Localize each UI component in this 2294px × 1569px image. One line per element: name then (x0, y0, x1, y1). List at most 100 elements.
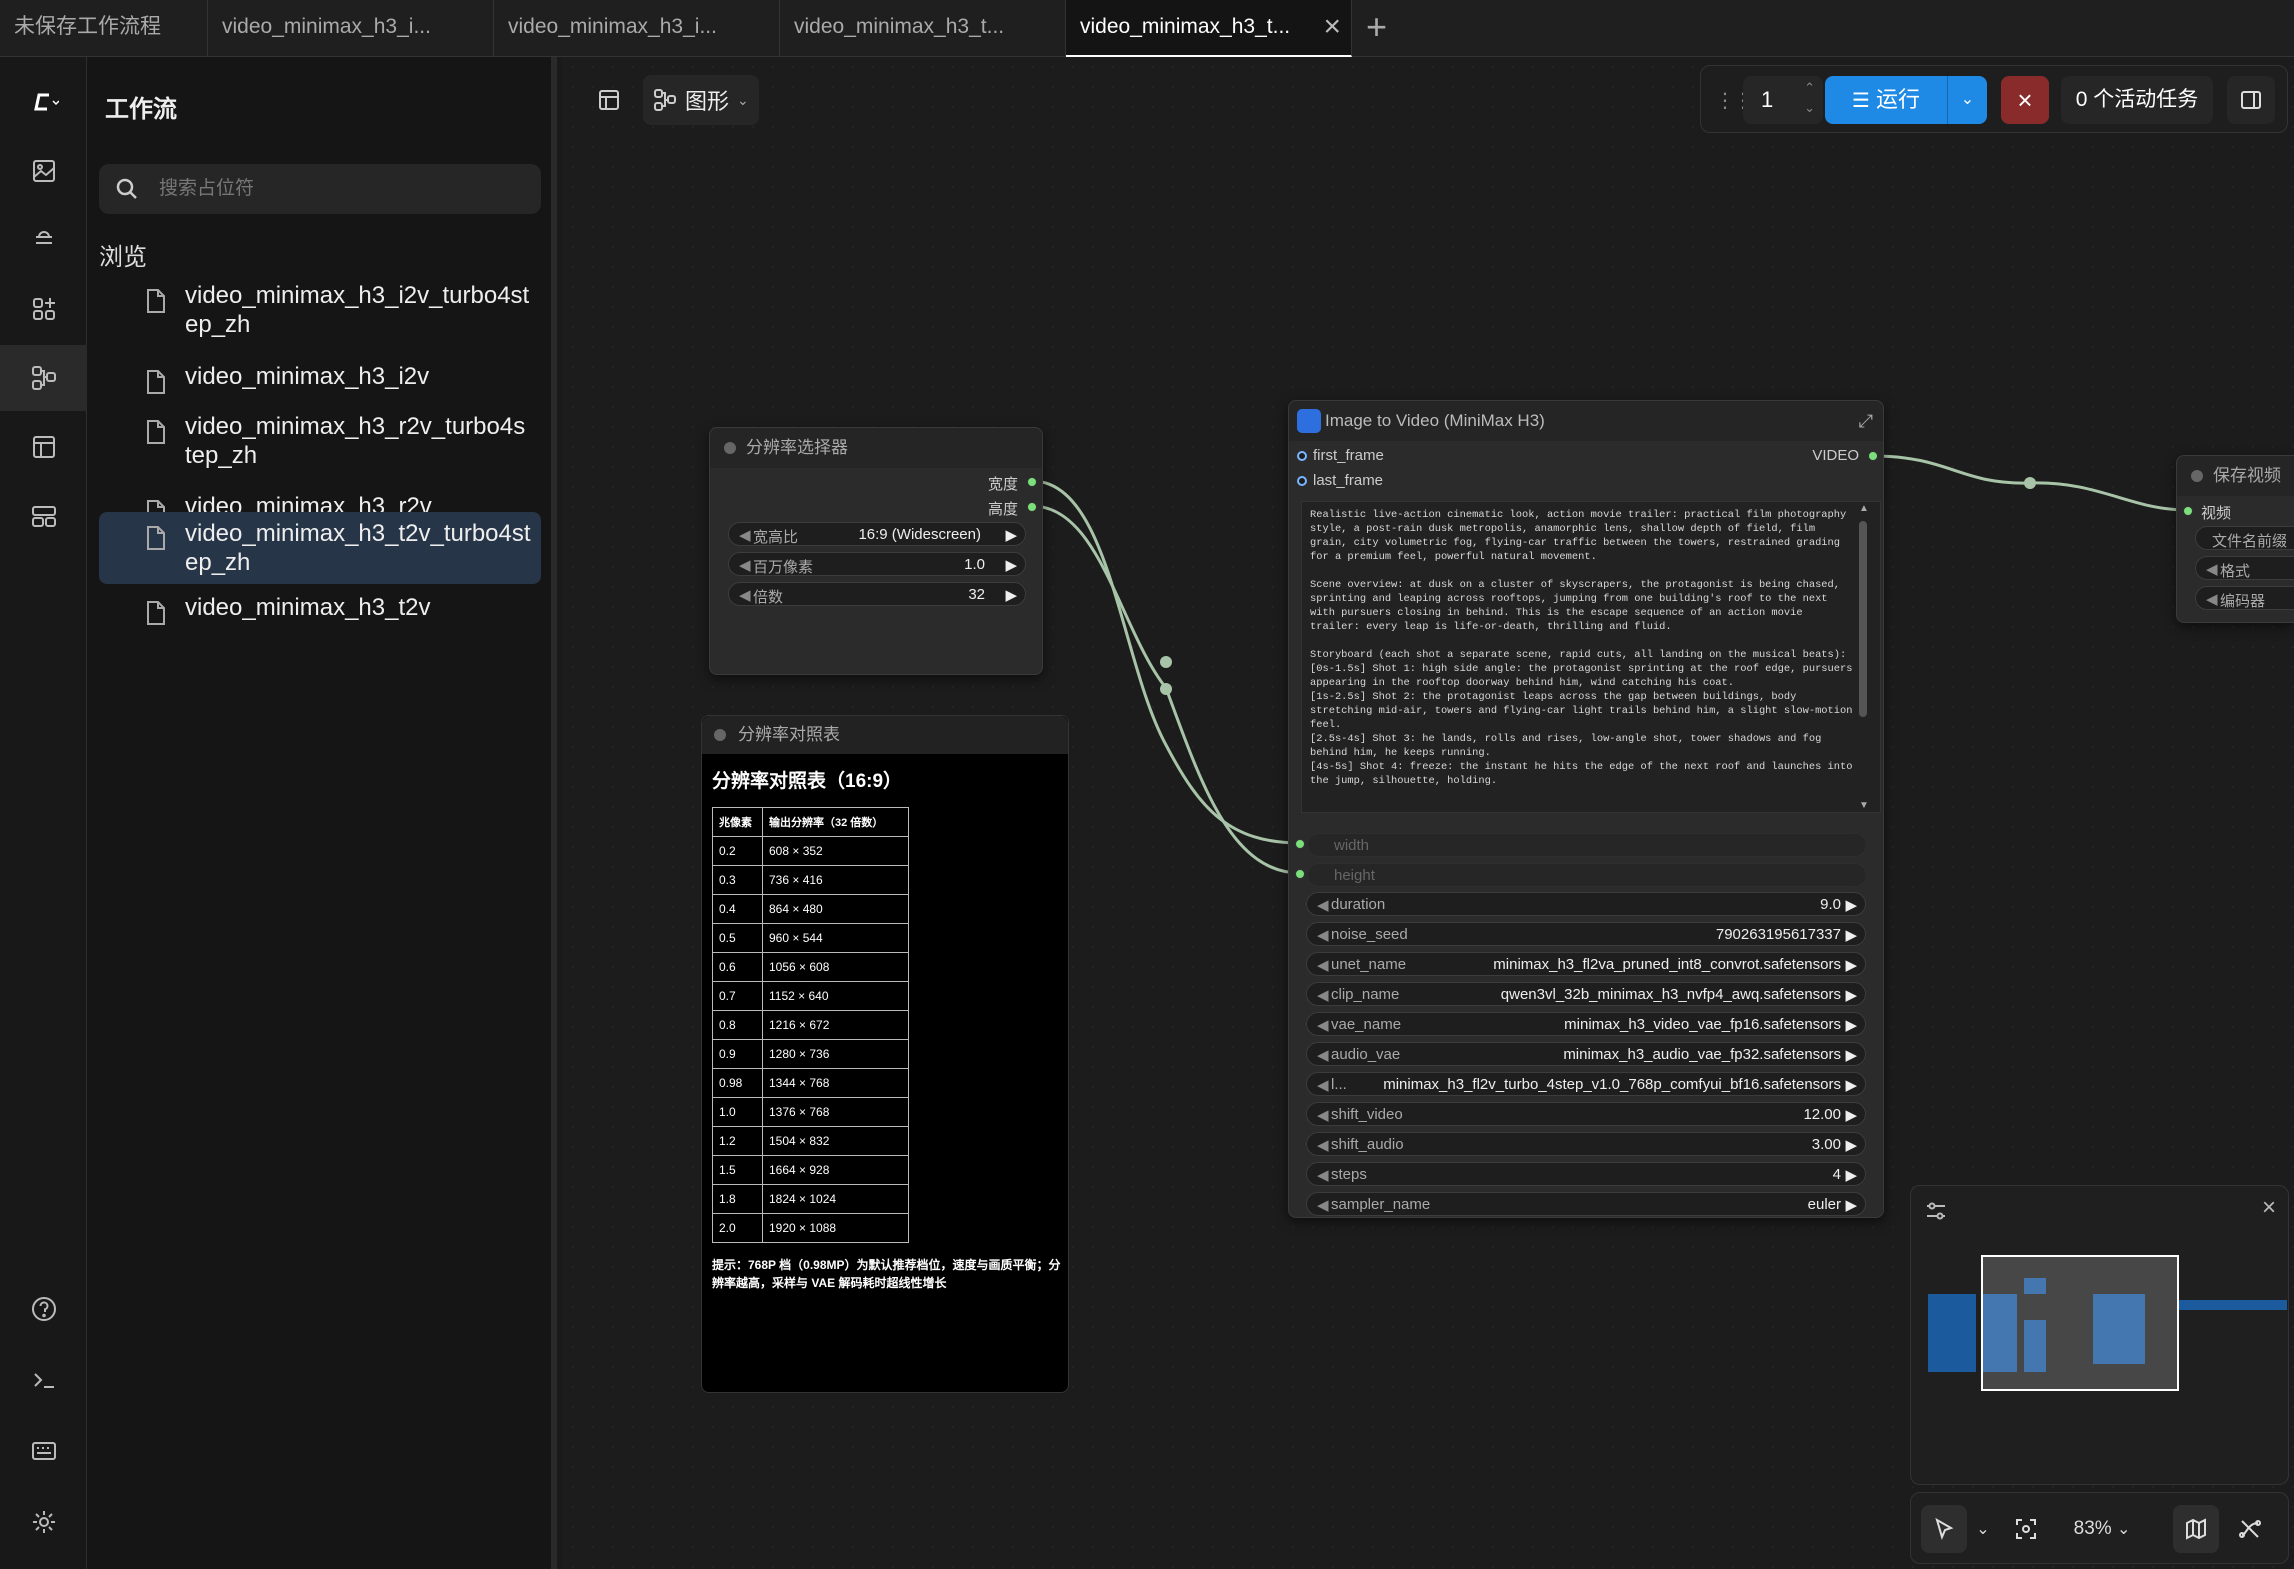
aspect-ratio-widget[interactable]: ◀ 宽高比 16:9 (Widescreen) ▶ (728, 522, 1026, 546)
node-title-bar[interactable]: 保存视频 (2177, 456, 2294, 496)
multiple-widget[interactable]: ◀ 倍数 32 ▶ (728, 582, 1026, 606)
play-list-icon: ☰ (1851, 90, 1870, 112)
arrow-left-icon[interactable]: ◀ (1317, 896, 1329, 914)
output-width-slot[interactable] (1027, 477, 1037, 487)
arrow-right-icon[interactable]: ▶ (1845, 926, 1857, 944)
arrow-right-icon[interactable]: ▶ (1845, 1076, 1857, 1094)
toggle-links-button[interactable] (2227, 1505, 2273, 1553)
active-tasks-button[interactable]: 0 个活动任务 (2061, 76, 2213, 124)
arrow-left-icon[interactable]: ◀ (1317, 986, 1329, 1004)
arrow-right-icon[interactable]: ▶ (1005, 586, 1017, 604)
filename-prefix-widget[interactable]: 文件名前缀 (2195, 526, 2294, 550)
format-widget[interactable]: ◀ 格式 (2195, 556, 2294, 580)
arrow-left-icon[interactable]: ◀ (739, 556, 751, 574)
codec-widget[interactable]: ◀ 编码器 (2195, 586, 2294, 610)
arrow-left-icon[interactable]: ◀ (1317, 1166, 1329, 1184)
shift-audio-widget[interactable]: ◀ shift_audio 3.00 ▶ (1306, 1132, 1866, 1156)
lora-name-widget[interactable]: ◀ l... minimax_h3_fl2v_turbo_4step_v1.0_76… (1306, 1072, 1866, 1096)
arrow-left-icon[interactable]: ◀ (1317, 956, 1329, 974)
arrow-right-icon[interactable]: ▶ (1005, 526, 1017, 544)
arrow-right-icon[interactable]: ▶ (1845, 1166, 1857, 1184)
arrow-left-icon[interactable]: ◀ (1317, 1136, 1329, 1154)
arrow-right-icon[interactable]: ▶ (1845, 1106, 1857, 1124)
audio-vae-widget[interactable]: ◀ audio_vae minimax_h3_audio_vae_fp32.safe… (1306, 1042, 1866, 1066)
chevron-down-icon: ⌄ (2116, 1521, 2131, 1538)
arrow-right-icon[interactable]: ▶ (1845, 1016, 1857, 1034)
save-video-node[interactable]: 保存视频 视频 文件名前缀 ◀ 格式 ◀ 编码器 (2176, 455, 2294, 623)
node-title-bar[interactable]: 分辨率对照表 (702, 716, 1068, 754)
batch-count-input[interactable]: 1 ⌃ ⌄ (1743, 76, 1823, 124)
node-title-bar[interactable]: Image to Video (MiniMax H3) ⤢ (1289, 401, 1883, 441)
input-first-frame-slot[interactable] (1297, 451, 1307, 461)
collapse-dot-icon[interactable] (2191, 470, 2203, 482)
table-row: 0.6 1056 × 608 (712, 952, 909, 982)
node-title-bar[interactable]: 分辨率选择器 (710, 428, 1042, 468)
arrow-left-icon[interactable]: ◀ (1317, 1016, 1329, 1034)
arrow-right-icon[interactable]: ▶ (1845, 956, 1857, 974)
run-button[interactable]: ☰ 运行 (1825, 76, 1947, 124)
width-input-widget[interactable]: width (1307, 833, 1867, 857)
arrow-left-icon[interactable]: ◀ (1317, 1106, 1329, 1124)
input-last-frame-slot[interactable] (1297, 476, 1307, 486)
prompt-textarea[interactable]: Realistic live-action cinematic look, ac… (1301, 501, 1881, 813)
stepper-icon[interactable]: ⌃ ⌄ (1804, 78, 1815, 118)
input-height-slot[interactable] (1295, 869, 1305, 879)
input-first-frame-label: first_frame (1313, 447, 1384, 464)
steps-widget[interactable]: ◀ steps 4 ▶ (1306, 1162, 1866, 1186)
textarea-scrollbar[interactable]: ▲ ▼ (1857, 503, 1869, 811)
megapixels-widget[interactable]: ◀ 百万像素 1.0 ▶ (728, 552, 1026, 576)
link-midpoint[interactable] (1160, 656, 1172, 668)
table-row: 2.0 1920 × 1088 (712, 1213, 909, 1243)
select-tool-button[interactable] (1921, 1505, 1967, 1553)
fit-view-button[interactable] (2003, 1505, 2049, 1553)
collapse-dot-icon[interactable] (714, 729, 726, 741)
output-video-slot[interactable] (1868, 451, 1878, 461)
graph-mode-dropdown[interactable]: 图形 ⌄ (643, 75, 759, 125)
arrow-right-icon[interactable]: ▶ (1845, 1046, 1857, 1064)
noise-seed-widget[interactable]: ◀ noise_seed 790263195617337 ▶ (1306, 922, 1866, 946)
expand-icon[interactable]: ⤢ (1859, 401, 1873, 441)
arrow-left-icon[interactable]: ◀ (1317, 1076, 1329, 1094)
chevron-down-icon: ⌄ (1960, 91, 1975, 108)
minimap-view[interactable] (1911, 1186, 2290, 1486)
duration-widget[interactable]: ◀ duration 9.0 ▶ (1306, 892, 1866, 916)
arrow-right-icon[interactable]: ▶ (1005, 556, 1017, 574)
input-width-slot[interactable] (1295, 839, 1305, 849)
run-options-dropdown[interactable]: ⌄ (1947, 76, 1987, 124)
sampler-name-widget[interactable]: ◀ sampler_name euler ▶ (1306, 1192, 1866, 1216)
height-input-widget[interactable]: height (1307, 863, 1867, 887)
arrow-right-icon[interactable]: ▶ (1845, 1196, 1857, 1214)
resolution-selector-node[interactable]: 分辨率选择器 宽度 高度 ◀ 宽高比 16:9 (Widescreen) ▶ ◀ 百万像… (709, 427, 1043, 675)
unet-name-widget[interactable]: ◀ unet_name minimax_h3_fl2va_pruned_int8_c… (1306, 952, 1866, 976)
shift-video-widget[interactable]: ◀ shift_video 12.00 ▶ (1306, 1102, 1866, 1126)
zoom-dropdown[interactable]: 83% ⌄ (2057, 1505, 2147, 1553)
output-height-slot[interactable] (1027, 502, 1037, 512)
link-midpoint[interactable] (1160, 683, 1172, 695)
table-heading: 分辨率对照表（16:9） (712, 771, 903, 792)
minimap-panel[interactable]: × (1910, 1185, 2289, 1485)
input-video-slot[interactable] (2183, 506, 2193, 516)
arrow-left-icon[interactable]: ◀ (739, 526, 751, 544)
clip-name-widget[interactable]: ◀ clip_name qwen3vl_32b_minimax_h3_nvfp4_a… (1306, 982, 1866, 1006)
collapse-dot-icon[interactable] (724, 442, 736, 454)
toggle-panel-button[interactable] (2227, 76, 2275, 124)
arrow-right-icon[interactable]: ▶ (1845, 896, 1857, 914)
layout-toggle-button[interactable] (585, 75, 633, 125)
vae-name-widget[interactable]: ◀ vae_name minimax_h3_video_vae_fp16.safet… (1306, 1012, 1866, 1036)
link-midpoint[interactable] (2024, 477, 2036, 489)
arrow-left-icon[interactable]: ◀ (1317, 926, 1329, 944)
arrow-left-icon[interactable]: ◀ (1317, 1196, 1329, 1214)
close-icon: × (2017, 85, 2033, 115)
toggle-minimap-button[interactable] (2173, 1505, 2219, 1553)
chevron-down-icon: ⌄ (1976, 1521, 1990, 1538)
resolution-table-node[interactable]: 分辨率对照表 分辨率对照表（16:9） 兆像素 输出分辨率（32 倍数） 0.2 6… (701, 715, 1069, 1393)
arrow-left-icon[interactable]: ◀ (1317, 1046, 1329, 1064)
node-badge-icon (1297, 409, 1321, 433)
arrow-right-icon[interactable]: ▶ (1845, 1136, 1857, 1154)
cancel-run-button[interactable]: × (2001, 76, 2049, 124)
arrow-right-icon[interactable]: ▶ (1845, 986, 1857, 1004)
tool-dropdown[interactable]: ⌄ (1971, 1505, 1995, 1553)
arrow-left-icon[interactable]: ◀ (739, 586, 751, 604)
arrow-left-icon[interactable]: ◀ (2206, 560, 2218, 578)
arrow-left-icon[interactable]: ◀ (2206, 590, 2218, 608)
